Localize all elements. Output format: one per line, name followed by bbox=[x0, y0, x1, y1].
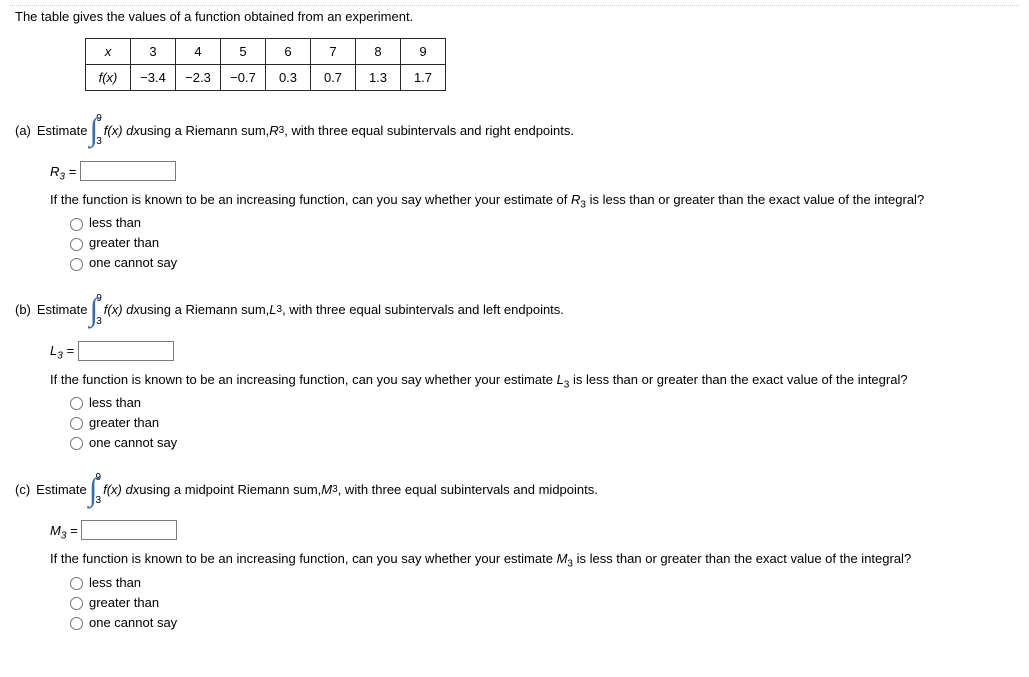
function-table: x 3 4 5 6 7 8 9 f(x) −3.4 −2.3 −0.7 0.3 … bbox=[85, 38, 446, 91]
estimate-word: Estimate bbox=[36, 482, 87, 497]
radio-c-cannot[interactable] bbox=[70, 617, 83, 630]
r3-input[interactable] bbox=[80, 161, 176, 181]
radio-b-less[interactable] bbox=[70, 397, 83, 410]
integrand: f(x) dx bbox=[103, 482, 139, 497]
radio-b-greater[interactable] bbox=[70, 417, 83, 430]
estimate-word: Estimate bbox=[37, 123, 88, 138]
part-a-label: (a) bbox=[10, 123, 37, 138]
cell: 4 bbox=[176, 39, 221, 65]
cell: −2.3 bbox=[176, 65, 221, 91]
cell: 8 bbox=[356, 39, 401, 65]
integral-icon: ∫ 9 3 bbox=[89, 293, 101, 327]
r3-label: R3 = bbox=[50, 164, 80, 179]
option-label: greater than bbox=[89, 235, 159, 250]
cell: 6 bbox=[266, 39, 311, 65]
followup-b: If the function is known to be an increa… bbox=[50, 372, 1019, 391]
l3-input[interactable] bbox=[78, 341, 174, 361]
integral-icon: ∫ 9 3 bbox=[89, 472, 101, 506]
followup-a: If the function is known to be an increa… bbox=[50, 192, 1019, 211]
cell: −3.4 bbox=[131, 65, 176, 91]
option-label: greater than bbox=[89, 595, 159, 610]
table-row: x 3 4 5 6 7 8 9 bbox=[86, 39, 446, 65]
cell: 1.3 bbox=[356, 65, 401, 91]
radio-c-greater[interactable] bbox=[70, 597, 83, 610]
radio-c-less[interactable] bbox=[70, 577, 83, 590]
followup-c: If the function is known to be an increa… bbox=[50, 551, 1019, 570]
option-label: less than bbox=[89, 395, 141, 410]
cell: 5 bbox=[221, 39, 266, 65]
option-label: one cannot say bbox=[89, 615, 177, 630]
part-b-label: (b) bbox=[10, 302, 37, 317]
part-c: (c) Estimate ∫ 9 3 f(x) dx using a midpo… bbox=[10, 472, 1019, 630]
integrand: f(x) dx bbox=[104, 302, 140, 317]
cell: 7 bbox=[311, 39, 356, 65]
intro-text: The table gives the values of a function… bbox=[10, 5, 1019, 24]
cell: 1.7 bbox=[401, 65, 446, 91]
cell-x-label: x bbox=[86, 39, 131, 65]
integral-icon: ∫ 9 3 bbox=[89, 113, 101, 147]
part-b: (b) Estimate ∫ 9 3 f(x) dx using a Riema… bbox=[10, 293, 1019, 451]
cell: 0.3 bbox=[266, 65, 311, 91]
option-label: one cannot say bbox=[89, 435, 177, 450]
radio-a-greater[interactable] bbox=[70, 238, 83, 251]
option-label: greater than bbox=[89, 415, 159, 430]
option-label: less than bbox=[89, 215, 141, 230]
integrand: f(x) dx bbox=[104, 123, 140, 138]
cell: 3 bbox=[131, 39, 176, 65]
m3-input[interactable] bbox=[81, 520, 177, 540]
part-c-label: (c) bbox=[10, 482, 36, 497]
estimate-word: Estimate bbox=[37, 302, 88, 317]
radio-a-cannot[interactable] bbox=[70, 258, 83, 271]
part-a: (a) Estimate ∫ 9 3 f(x) dx using a Riema… bbox=[10, 113, 1019, 271]
cell: −0.7 bbox=[221, 65, 266, 91]
cell-fx-label: f(x) bbox=[86, 65, 131, 91]
l3-label: L3 = bbox=[50, 343, 78, 358]
radio-a-less[interactable] bbox=[70, 218, 83, 231]
option-label: one cannot say bbox=[89, 255, 177, 270]
option-label: less than bbox=[89, 575, 141, 590]
cell: 0.7 bbox=[311, 65, 356, 91]
radio-b-cannot[interactable] bbox=[70, 437, 83, 450]
table-row: f(x) −3.4 −2.3 −0.7 0.3 0.7 1.3 1.7 bbox=[86, 65, 446, 91]
m3-label: M3 = bbox=[50, 523, 81, 538]
cell: 9 bbox=[401, 39, 446, 65]
